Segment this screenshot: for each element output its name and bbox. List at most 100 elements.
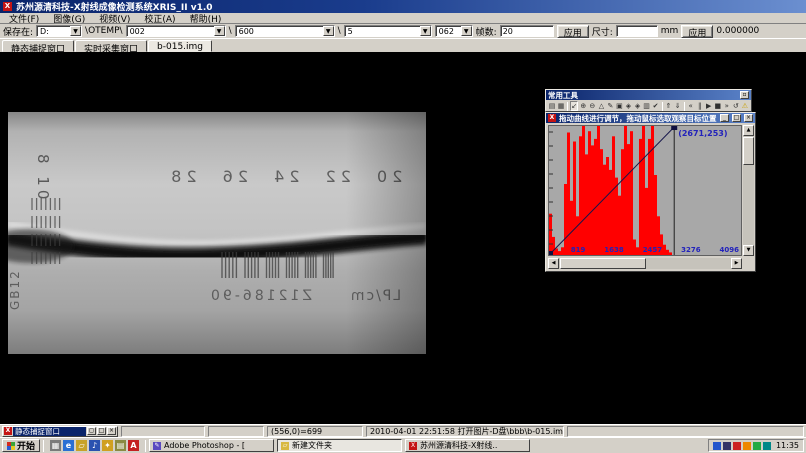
tray-icon-1[interactable]: [723, 442, 731, 450]
task-new-folder[interactable]: ▱新建文件夹: [277, 439, 402, 452]
clipboard-icon[interactable]: ▥: [643, 101, 651, 111]
x-axis-label: 819: [571, 246, 586, 254]
start-button[interactable]: 开始: [2, 439, 40, 452]
save-icon[interactable]: ▦: [557, 101, 565, 111]
menu-item-correct[interactable]: 校正(A): [137, 12, 182, 25]
chevron-down-icon[interactable]: ▼: [214, 26, 225, 36]
menu-item-image[interactable]: 图像(G): [46, 12, 92, 25]
media-player-icon[interactable]: ♪: [89, 440, 100, 451]
mode-combo[interactable]: 062▼: [435, 25, 473, 37]
tray-icon-3[interactable]: [743, 442, 751, 450]
close-icon[interactable]: ×: [744, 114, 753, 122]
last-frame-icon[interactable]: »: [723, 101, 731, 111]
tray-icon-2[interactable]: [733, 442, 741, 450]
drive-combo[interactable]: D:▼: [36, 25, 82, 37]
task-photoshop[interactable]: ✎Adobe Photoshop - [: [149, 439, 274, 452]
minimized-child-window[interactable]: X 静态捕捉窗口 ◻ □ ×: [2, 426, 118, 437]
menu-item-video[interactable]: 视频(V): [92, 12, 137, 25]
pen-icon[interactable]: ✎: [606, 101, 614, 111]
histogram-bar: [666, 250, 669, 255]
tray-icon-0[interactable]: [713, 442, 721, 450]
ie-icon[interactable]: e: [63, 440, 74, 451]
open-folder-icon[interactable]: ▤: [548, 101, 556, 111]
arrow-down-icon[interactable]: ⇓: [674, 101, 682, 111]
first-frame-icon[interactable]: «: [687, 101, 695, 111]
tab-image-file[interactable]: b-015.img: [148, 40, 212, 52]
windows-taskbar: 开始 ▦e▱♪✦▤A ✎Adobe Photoshop - [▱新建文件夹X苏州…: [0, 437, 806, 453]
folder-icon[interactable]: ▱: [76, 440, 87, 451]
x-axis-label: 4096: [720, 246, 740, 254]
vscroll-thumb[interactable]: [743, 137, 754, 165]
histogram-bar: [603, 165, 606, 255]
save-in-label: 保存在:: [3, 25, 33, 38]
arrow-up-icon[interactable]: ⇑: [665, 101, 673, 111]
check-icon[interactable]: ✔: [652, 101, 660, 111]
dir1-combo[interactable]: 002▼: [126, 25, 226, 37]
curve-origin-handle[interactable]: [549, 251, 553, 255]
task-xris[interactable]: X苏州源清科技-X射线..: [405, 439, 530, 452]
diamond-right-icon[interactable]: ◈: [624, 101, 632, 111]
menu-item-file[interactable]: 文件(F): [2, 12, 46, 25]
readout-value: 0.000000: [716, 26, 759, 36]
diamond-left-icon[interactable]: ◈: [634, 101, 642, 111]
scroll-up-icon[interactable]: ▲: [743, 125, 754, 136]
xray-image[interactable]: 18 20 22 24 26 28 8 10 GB12 Z12186-90 LP…: [8, 112, 426, 354]
star-icon[interactable]: ✦: [102, 440, 113, 451]
zoom-out-icon[interactable]: ⊖: [588, 101, 596, 111]
scroll-left-icon[interactable]: ◀: [548, 258, 559, 269]
acrobat-icon[interactable]: A: [128, 440, 139, 451]
image-icon[interactable]: ▣: [615, 101, 623, 111]
vertical-scrollbar[interactable]: ▲ ▼: [743, 125, 754, 256]
show-desktop-icon[interactable]: ▦: [50, 440, 61, 451]
stop-icon[interactable]: ■: [714, 101, 722, 111]
zoom-in-icon[interactable]: ⊕: [579, 101, 587, 111]
dir2-combo[interactable]: 600▼: [235, 25, 335, 37]
menu-item-help[interactable]: 帮助(H): [183, 12, 229, 25]
histogram-titlebar[interactable]: X 拖动曲线进行调节，拖动鼠标选取观察目标位置 _ □ ×: [546, 113, 755, 123]
toolbar-separator: [662, 102, 663, 111]
explorer-icon[interactable]: ▤: [115, 440, 126, 451]
tray-icon-4[interactable]: [753, 442, 761, 450]
tray-icon-5[interactable]: [763, 442, 771, 450]
scroll-right-icon[interactable]: ▶: [731, 258, 742, 269]
chevron-down-icon[interactable]: ▼: [70, 26, 81, 36]
frames-input[interactable]: [500, 25, 554, 37]
pause-icon[interactable]: ‖: [696, 101, 704, 111]
apply-size-button[interactable]: 应用: [681, 25, 713, 38]
warning-icon[interactable]: ⚠: [741, 101, 749, 111]
histogram-bar: [585, 154, 588, 255]
close-icon[interactable]: ×: [107, 427, 116, 435]
taskbar-divider: [145, 440, 146, 452]
rollup-button[interactable]: ▫: [740, 91, 749, 99]
taskbar-clock[interactable]: 11:35: [773, 441, 799, 450]
size-input[interactable]: [616, 25, 658, 37]
restore-icon[interactable]: ◻: [87, 427, 96, 435]
histogram-bar: [582, 126, 585, 255]
quick-launch-bar: ▦e▱♪✦▤A: [47, 440, 142, 451]
tab-static-capture[interactable]: 静态捕捉窗口: [2, 40, 74, 52]
maximize-icon[interactable]: □: [97, 427, 106, 435]
histogram-plot[interactable]: 8191638245732764096(2671,253): [548, 125, 742, 256]
dir3-combo[interactable]: 5▼: [344, 25, 432, 37]
horizontal-scrollbar[interactable]: ◀ ▶: [548, 258, 742, 269]
histogram-bar: [621, 149, 624, 255]
chevron-down-icon[interactable]: ▼: [420, 26, 431, 36]
curve-handle[interactable]: [671, 126, 677, 130]
chevron-down-icon[interactable]: ▼: [323, 26, 334, 36]
minimize-icon[interactable]: _: [720, 114, 729, 122]
maximize-icon[interactable]: □: [732, 114, 741, 122]
histogram-bar: [615, 178, 618, 255]
curve-tool-icon[interactable]: ↙: [570, 101, 578, 111]
histogram-bar: [663, 245, 666, 255]
tab-realtime-capture[interactable]: 实时采集窗口: [75, 40, 147, 52]
task-xris-label: 苏州源清科技-X射线..: [420, 440, 497, 451]
loop-icon[interactable]: ↺: [732, 101, 740, 111]
triangle-icon[interactable]: △: [597, 101, 605, 111]
common-tools-titlebar[interactable]: 常用工具 ▫: [546, 90, 751, 100]
scroll-down-icon[interactable]: ▼: [743, 245, 754, 256]
histogram-bar: [606, 157, 609, 255]
apply-frames-button[interactable]: 应用: [557, 25, 589, 38]
hscroll-thumb[interactable]: [560, 258, 646, 269]
play-icon[interactable]: ▶: [705, 101, 713, 111]
chevron-down-icon[interactable]: ▼: [461, 26, 472, 36]
